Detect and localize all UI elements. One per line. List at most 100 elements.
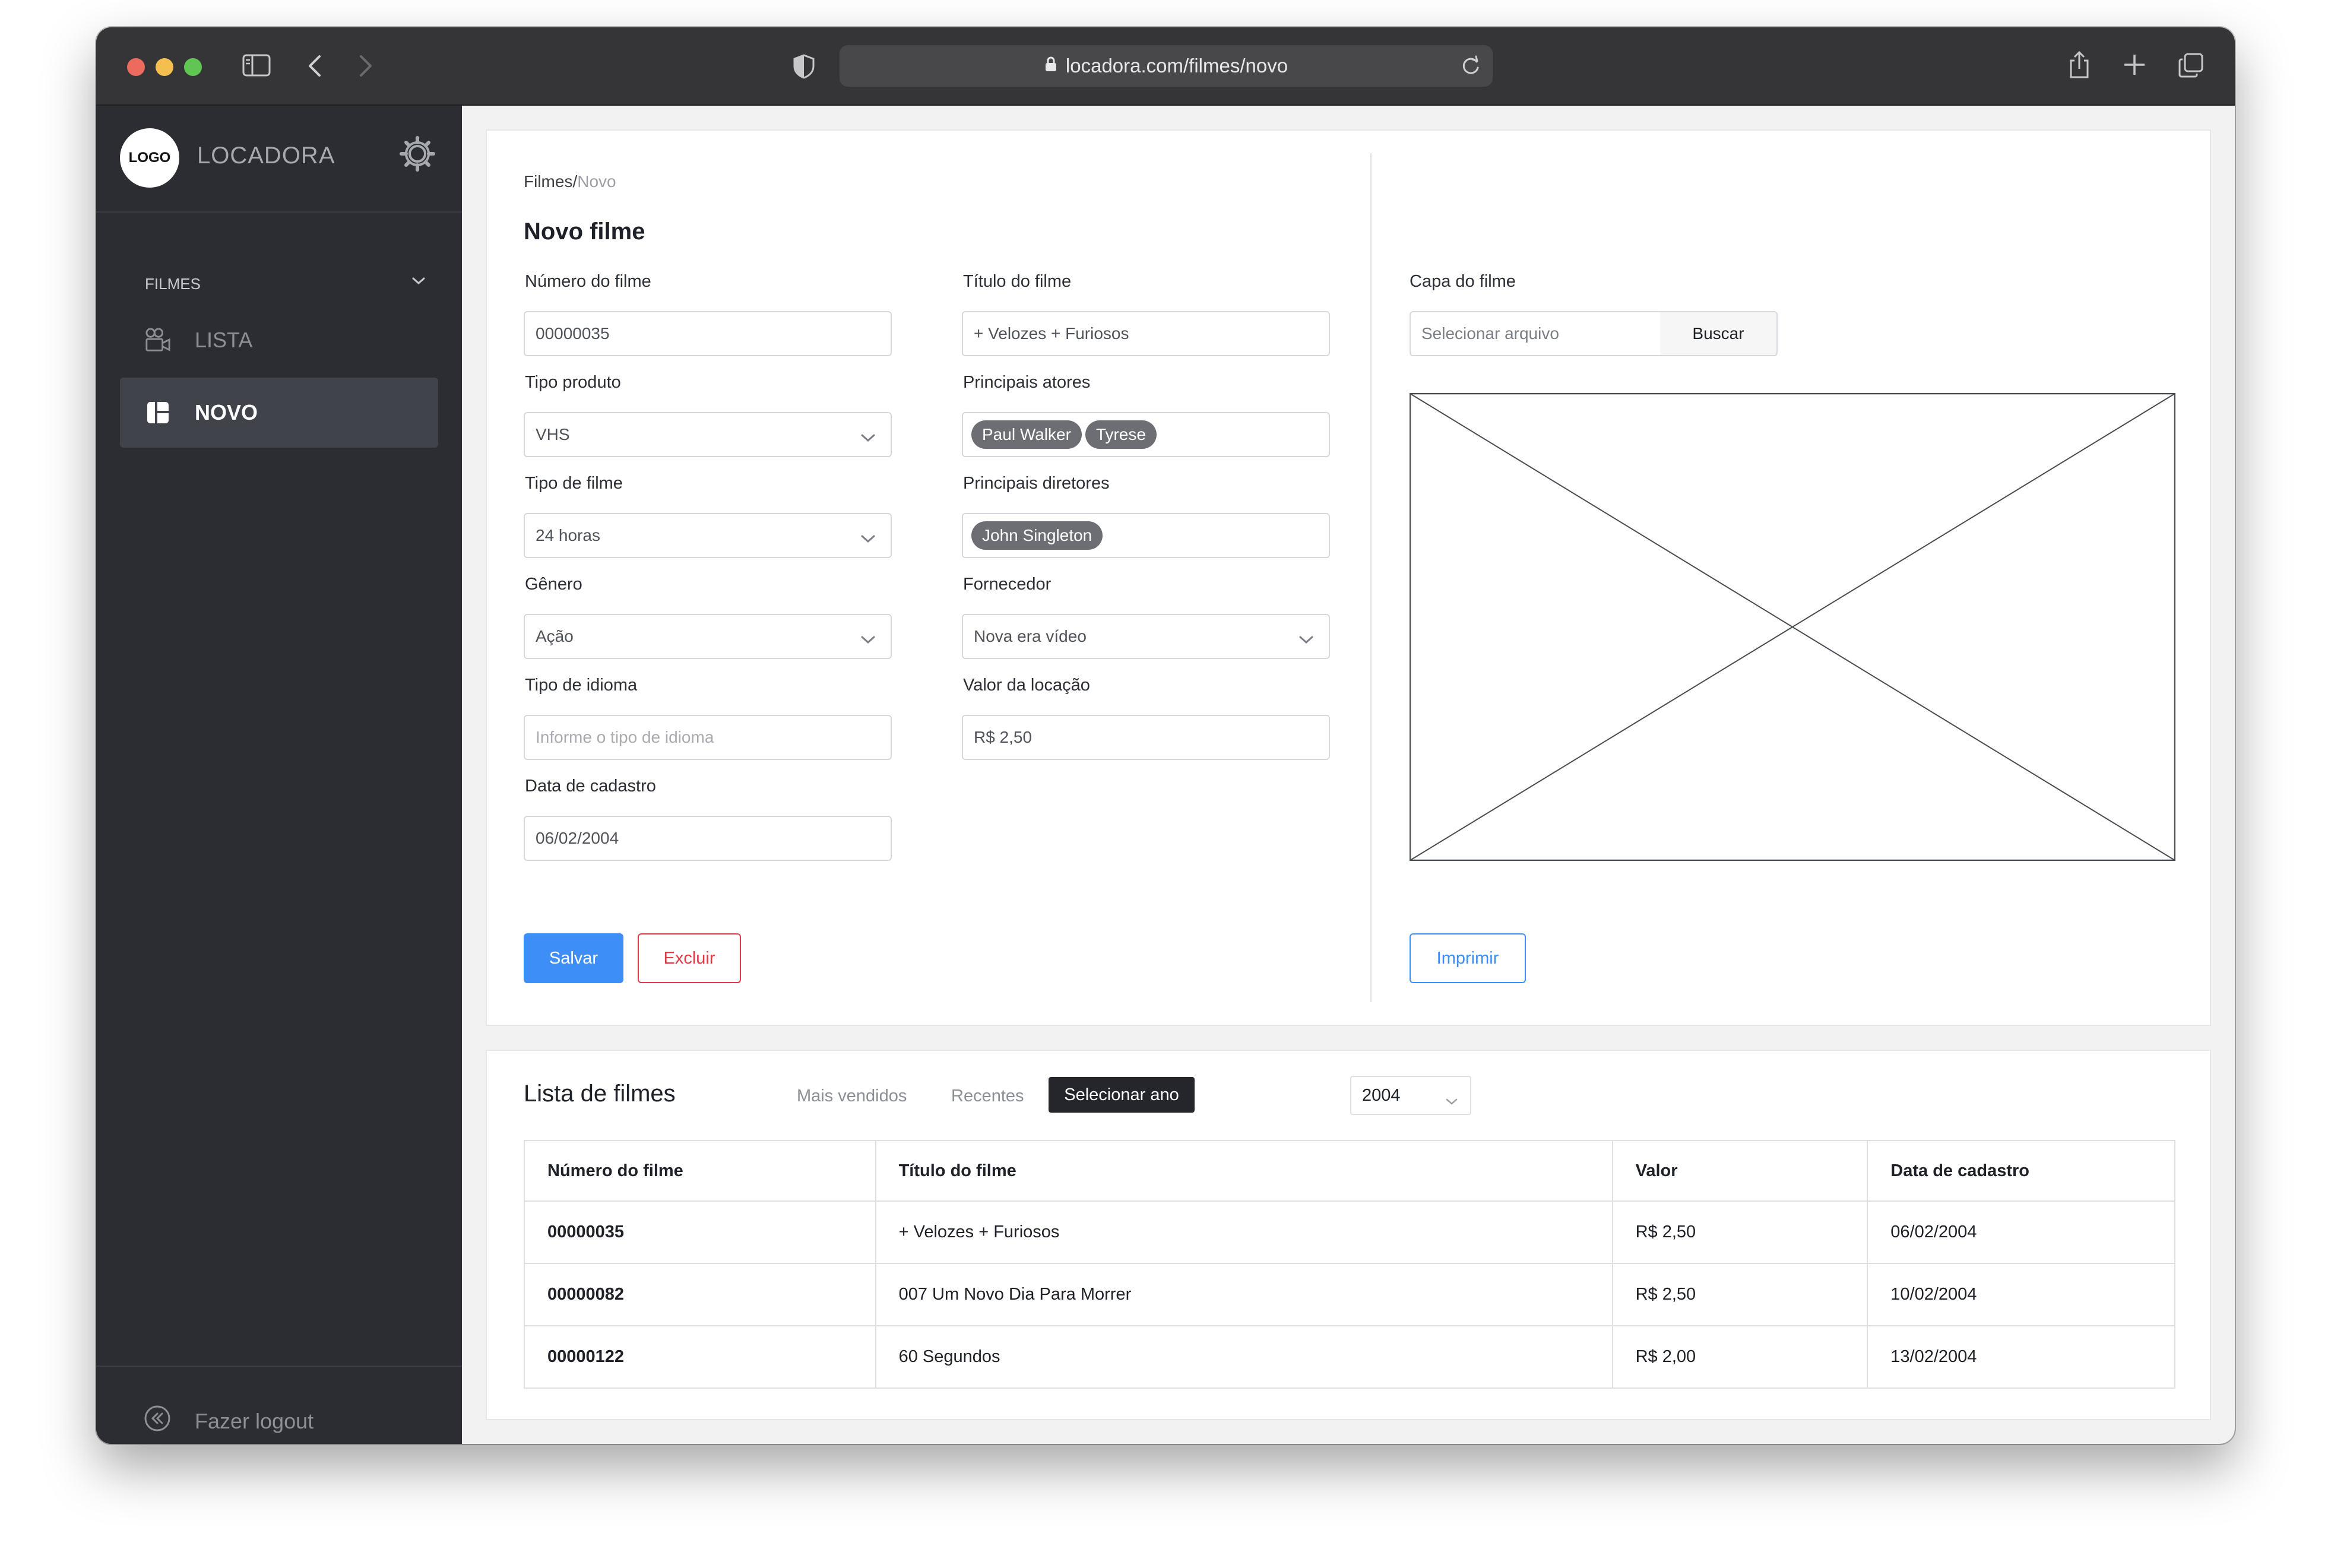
titulo-field[interactable]: + Velozes + Furiosos (962, 311, 1330, 356)
idioma-placeholder: Informe o tipo de idioma (536, 728, 714, 746)
filter-selecionar-ano[interactable]: Selecionar ano (1049, 1077, 1195, 1113)
maximize-window-button[interactable] (184, 58, 202, 76)
tipo-filme-label: Tipo de filme (525, 474, 623, 493)
tipo-produto-select[interactable]: VHS (524, 412, 892, 457)
genero-label: Gênero (525, 575, 582, 594)
chevron-down-icon[interactable] (411, 275, 426, 289)
genero-select[interactable]: Ação (524, 614, 892, 659)
filter-mais-vendidos[interactable]: Mais vendidos (797, 1086, 907, 1106)
tipo-produto-value: VHS (536, 425, 570, 444)
idioma-label: Tipo de idioma (525, 676, 638, 695)
numero-label: Número do filme (525, 272, 651, 291)
actor-chip[interactable]: Tyrese (1085, 420, 1157, 449)
data-cadastro-value: 06/02/2004 (536, 829, 619, 847)
numero-value: 00000035 (536, 324, 610, 343)
diretores-label: Principais diretores (963, 474, 1110, 493)
url-text: locadora.com/filmes/novo (1065, 55, 1288, 77)
delete-button[interactable]: Excluir (638, 933, 741, 983)
column-header[interactable]: Número do filme (524, 1140, 876, 1202)
sidebar-section-filmes[interactable]: FILMES (145, 275, 201, 293)
fornecedor-select[interactable]: Nova era vídeo (962, 614, 1330, 659)
gear-icon[interactable] (399, 135, 436, 175)
table-cell: R$ 2,50 (1611, 1263, 1868, 1326)
table-cell: R$ 2,50 (1611, 1200, 1868, 1264)
chevron-down-icon (860, 631, 876, 650)
sidebar-item-label: NOVO (195, 400, 258, 425)
table-row[interactable]: 00000122 60 Segundos R$ 2,00 13/02/2004 (524, 1325, 2175, 1389)
column-header[interactable]: Data de cadastro (1867, 1140, 2175, 1202)
minimize-window-button[interactable] (156, 58, 173, 76)
brand-name: LOCADORA (197, 142, 335, 169)
sidebar-divider (96, 211, 462, 213)
buscar-button[interactable]: Buscar (1660, 311, 1778, 356)
chevron-down-icon (1298, 631, 1315, 650)
sidebar-item-lista[interactable]: LISTA (120, 305, 438, 375)
main-content: Filmes/Novo Novo filme Número do filme 0… (462, 106, 2235, 1444)
address-bar[interactable]: locadora.com/filmes/novo (840, 45, 1493, 87)
table-cell: 00000082 (524, 1263, 876, 1326)
save-button[interactable]: Salvar (524, 933, 623, 983)
valor-field[interactable]: R$ 2,50 (962, 715, 1330, 760)
tabs-overview-icon[interactable] (2178, 52, 2204, 81)
film-list-card: Lista de filmes Mais vendidos Recentes S… (486, 1050, 2211, 1420)
table-cell: 60 Segundos (875, 1325, 1613, 1389)
back-icon[interactable] (308, 55, 322, 80)
cover-image-placeholder (1410, 393, 2175, 861)
sidebar-toggle-icon[interactable] (242, 53, 271, 80)
breadcrumb: Filmes/Novo (524, 172, 616, 191)
logout-icon (144, 1405, 171, 1437)
filter-recentes[interactable]: Recentes (951, 1086, 1024, 1106)
idioma-field[interactable]: Informe o tipo de idioma (524, 715, 892, 760)
table-cell: 007 Um Novo Dia Para Morrer (875, 1263, 1613, 1326)
table-cell: 13/02/2004 (1867, 1325, 2175, 1389)
breadcrumb-parent[interactable]: Filmes (524, 172, 572, 191)
sidebar-item-label: LISTA (195, 328, 253, 352)
fornecedor-value: Nova era vídeo (974, 627, 1087, 645)
shield-icon[interactable] (792, 53, 816, 83)
titulo-label: Título do filme (963, 272, 1072, 291)
table-cell: + Velozes + Furiosos (875, 1200, 1613, 1264)
reload-icon[interactable] (1461, 53, 1481, 82)
valor-value: R$ 2,50 (974, 728, 1033, 746)
table-cell: 00000035 (524, 1200, 876, 1264)
breadcrumb-current: Novo (577, 172, 616, 191)
numero-field[interactable]: 00000035 (524, 311, 892, 356)
actor-chip[interactable]: Paul Walker (971, 420, 1082, 449)
tipo-filme-value: 24 horas (536, 526, 600, 544)
print-button[interactable]: Imprimir (1410, 933, 1526, 983)
list-title: Lista de filmes (524, 1081, 676, 1107)
logout-label: Fazer logout (195, 1408, 314, 1433)
sidebar-divider (96, 1366, 462, 1367)
browser-toolbar: locadora.com/filmes/novo (96, 27, 2235, 106)
sidebar-item-novo[interactable]: NOVO (120, 378, 438, 448)
logo: LOGO (120, 128, 179, 188)
valor-label: Valor da locação (963, 676, 1090, 695)
column-header[interactable]: Título do filme (875, 1140, 1613, 1202)
close-window-button[interactable] (127, 58, 145, 76)
table-cell: 00000122 (524, 1325, 876, 1389)
capa-file-field[interactable]: Selecionar arquivo (1410, 311, 1661, 356)
logout-button[interactable]: Fazer logout (144, 1405, 313, 1437)
diretores-field[interactable]: John Singleton (962, 513, 1330, 558)
new-tab-icon[interactable] (2123, 53, 2146, 79)
new-film-form: Filmes/Novo Novo filme Número do filme 0… (486, 129, 2211, 1026)
fornecedor-label: Fornecedor (963, 575, 1052, 594)
table-cell: 06/02/2004 (1867, 1200, 2175, 1264)
page-title: Novo filme (524, 218, 645, 245)
table-row[interactable]: 00000035 + Velozes + Furiosos R$ 2,50 06… (524, 1200, 2175, 1264)
data-cadastro-field[interactable]: 06/02/2004 (524, 816, 892, 861)
film-camera-icon (145, 327, 171, 353)
table-header-row: Número do filme Título do filme Valor Da… (524, 1140, 2175, 1202)
table-cell: R$ 2,00 (1611, 1325, 1868, 1389)
tipo-filme-select[interactable]: 24 horas (524, 513, 892, 558)
year-value: 2004 (1362, 1085, 1401, 1105)
year-select[interactable]: 2004 (1350, 1076, 1471, 1115)
director-chip[interactable]: John Singleton (971, 521, 1103, 550)
atores-field[interactable]: Paul Walker Tyrese (962, 412, 1330, 457)
forward-icon[interactable] (359, 55, 373, 80)
sidebar: LOGO LOCADORA FILMES LISTA NOVO Fazer lo… (96, 106, 462, 1444)
share-icon[interactable] (2067, 50, 2091, 83)
genero-value: Ação (536, 627, 574, 645)
table-row[interactable]: 00000082 007 Um Novo Dia Para Morrer R$ … (524, 1263, 2175, 1326)
column-header[interactable]: Valor (1611, 1140, 1868, 1202)
